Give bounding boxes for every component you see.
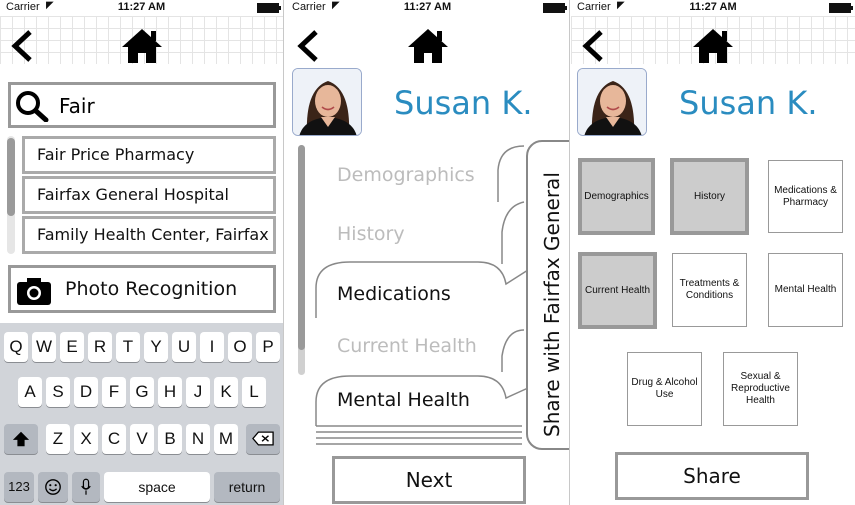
status-time: 11:27 AM [689,1,737,13]
tile-current-health[interactable]: Current Health [578,252,657,329]
tab-current-health[interactable]: Current Health [337,335,477,357]
tile-history[interactable]: History [670,158,749,235]
shift-key[interactable] [4,424,38,454]
search-input[interactable] [59,91,259,121]
microphone-icon [81,478,91,495]
tile-treatments-conditions[interactable]: Treatments & Conditions [672,253,747,327]
camera-icon [17,278,51,305]
status-bar: Carrier ◤ 11:27 AM [571,0,855,16]
key-s[interactable]: S [46,377,70,407]
key-c[interactable]: C [102,424,126,454]
patient-photo [578,69,646,135]
key-p[interactable]: P [256,332,280,362]
tab-demographics[interactable]: Demographics [337,164,475,186]
photo-recognition-button[interactable]: Photo Recognition [8,265,276,313]
search-icon [16,91,49,122]
tile-medications-pharmacy[interactable]: Medications & Pharmacy [768,160,843,233]
avatar [292,68,362,136]
home-icon[interactable] [691,27,735,65]
battery-icon [257,3,281,13]
key-h[interactable]: H [158,377,182,407]
patient-grid-screen: Carrier ◤ 11:27 AM Susan K. Demographics… [571,0,855,505]
patient-tabs-screen: Carrier ◤ 11:27 AM Susan K. Demographics… [286,0,570,505]
key-u[interactable]: U [172,332,196,362]
status-time: 11:27 AM [117,1,166,13]
key-i[interactable]: I [200,332,224,362]
key-x[interactable]: X [74,424,98,454]
tab-history[interactable]: History [337,223,405,245]
home-icon[interactable] [406,27,450,65]
back-chevron-icon[interactable] [296,30,320,62]
key-v[interactable]: V [130,424,154,454]
shift-icon [12,431,30,447]
key-q[interactable]: Q [4,332,28,362]
tile-mental-health[interactable]: Mental Health [768,253,843,327]
result-item[interactable]: Fair Price Pharmacy [22,136,276,174]
nav-bar [286,16,569,64]
key-d[interactable]: D [74,377,98,407]
status-time: 11:27 AM [403,1,452,13]
tabs-scrollbar-thumb[interactable] [298,145,305,350]
numbers-key[interactable]: 123 [4,472,34,502]
next-button[interactable]: Next [332,456,526,504]
key-m[interactable]: M [214,424,238,454]
patient-name: Susan K. [394,84,533,122]
microphone-key[interactable] [72,472,100,502]
key-r[interactable]: R [88,332,112,362]
key-a[interactable]: A [18,377,42,407]
key-f[interactable]: F [102,377,126,407]
delete-icon [252,431,274,446]
results-scrollbar-thumb[interactable] [7,138,15,216]
emoji-icon [45,479,61,495]
avatar [577,68,647,136]
home-icon[interactable] [120,27,164,65]
result-item[interactable]: Family Health Center, Fairfax [22,216,276,254]
key-n[interactable]: N [186,424,210,454]
key-w[interactable]: W [32,332,56,362]
keyboard: Q W E R T Y U I O P A S D F G H J K L Z … [0,323,283,505]
search-screen: Carrier ◤ 11:27 AM Fair Price Pharmacy F… [0,0,284,505]
emoji-key[interactable] [38,472,68,502]
patient-name: Susan K. [679,84,818,122]
return-key[interactable]: return [214,472,280,502]
space-key[interactable]: space [104,472,210,502]
share-with-tab[interactable]: Share with Fairfax General [526,140,569,450]
key-e[interactable]: E [60,332,84,362]
status-bar: Carrier ◤ 11:27 AM [0,0,283,16]
back-chevron-icon[interactable] [10,30,34,62]
back-chevron-icon[interactable] [581,30,605,62]
key-o[interactable]: O [228,332,252,362]
tile-demographics[interactable]: Demographics [578,158,655,235]
share-button[interactable]: Share [615,452,809,500]
key-k[interactable]: K [214,377,238,407]
battery-icon [543,3,567,13]
key-j[interactable]: J [186,377,210,407]
battery-icon [829,3,853,13]
delete-key[interactable] [246,424,280,454]
key-g[interactable]: G [130,377,154,407]
tab-mental-health[interactable]: Mental Health [337,389,470,411]
search-box[interactable] [8,82,276,128]
result-item[interactable]: Fairfax General Hospital [22,176,276,214]
photo-recognition-label: Photo Recognition [65,278,238,300]
status-bar: Carrier ◤ 11:27 AM [286,0,569,16]
key-z[interactable]: Z [46,424,70,454]
patient-photo [293,69,361,135]
key-b[interactable]: B [158,424,182,454]
storyboard: Carrier ◤ 11:27 AM Fair Price Pharmacy F… [0,0,855,505]
key-y[interactable]: Y [144,332,168,362]
tile-sexual-reproductive-health[interactable]: Sexual & Reproductive Health [723,352,798,426]
key-l[interactable]: L [242,377,266,407]
nav-bar [571,16,855,64]
nav-bar [0,16,283,64]
share-with-label: Share with Fairfax General [540,172,564,437]
tile-drug-alcohol-use[interactable]: Drug & Alcohol Use [627,352,702,426]
tab-medications[interactable]: Medications [337,283,451,305]
key-t[interactable]: T [116,332,140,362]
